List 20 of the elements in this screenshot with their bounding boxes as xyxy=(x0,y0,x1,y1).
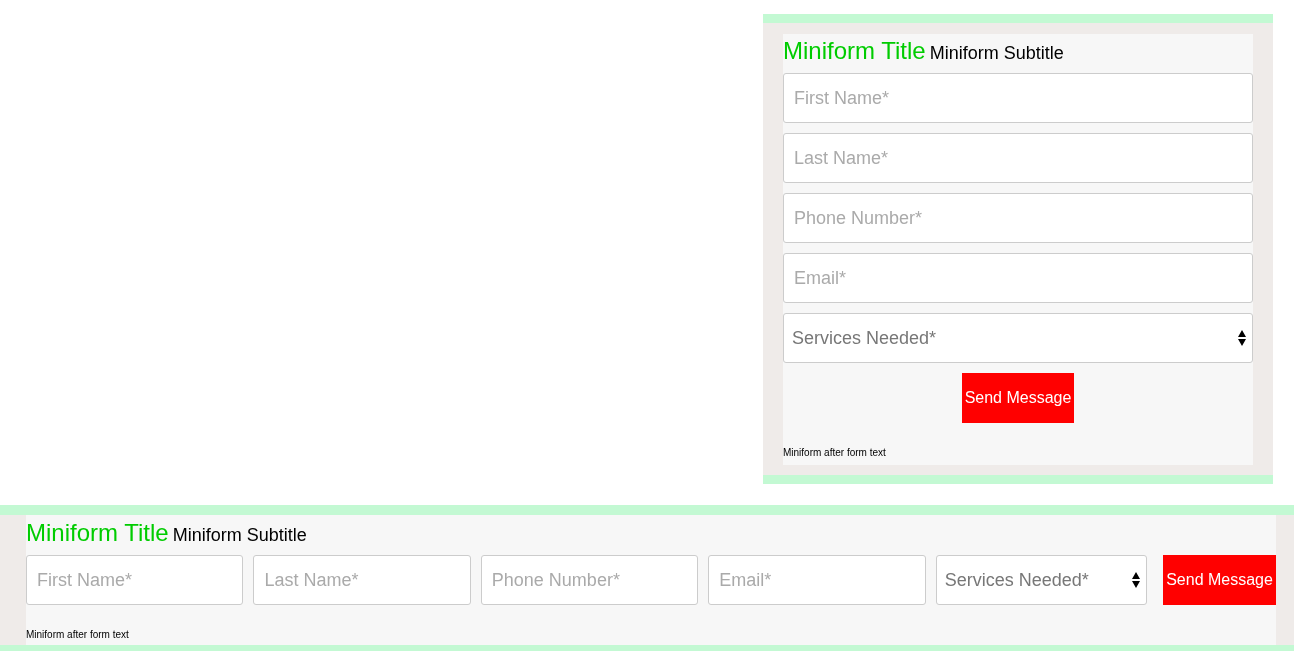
form-subtitle: Miniform Subtitle xyxy=(172,524,307,547)
send-button[interactable]: Send Message xyxy=(962,373,1074,423)
after-form-text: Miniform after form text xyxy=(26,628,130,642)
input-field[interactable]: Phone Number* xyxy=(783,193,1253,243)
select-field[interactable]: Services Needed* xyxy=(935,555,1148,605)
form-title: Miniform Title xyxy=(26,519,169,547)
form-title: Miniform Title xyxy=(783,37,926,65)
input-field[interactable]: Last Name* xyxy=(783,133,1253,183)
input-field[interactable]: Phone Number* xyxy=(480,555,699,605)
send-button[interactable]: Send Message xyxy=(1163,555,1277,605)
input-field[interactable]: Email* xyxy=(783,253,1253,303)
up-down-arrows-icon xyxy=(1132,572,1141,588)
after-form-text: Miniform after form text xyxy=(783,446,887,460)
input-field[interactable]: Email* xyxy=(708,555,926,605)
input-field[interactable]: First Name* xyxy=(26,555,244,605)
input-field[interactable]: Last Name* xyxy=(253,555,471,605)
up-down-arrows-icon xyxy=(1238,330,1246,346)
form-subtitle: Miniform Subtitle xyxy=(929,42,1064,65)
input-field[interactable]: First Name* xyxy=(783,73,1253,123)
select-field[interactable]: Services Needed* xyxy=(783,313,1253,363)
